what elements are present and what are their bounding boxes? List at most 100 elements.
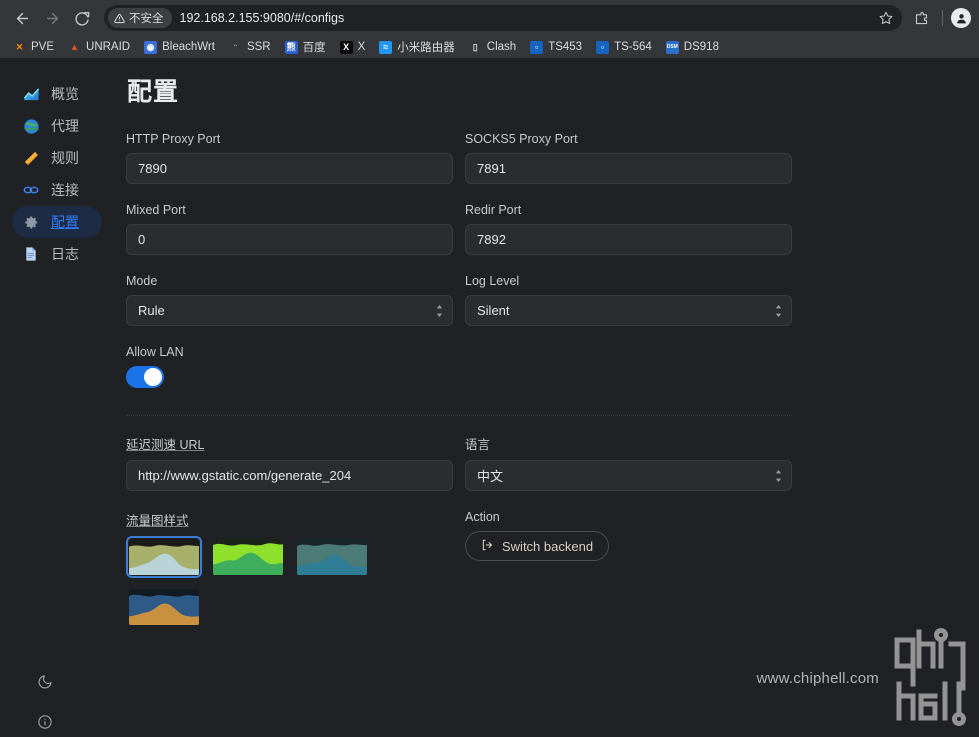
field-latency-test-url: 延迟测速 URL http://www.gstatic.com/generate… bbox=[126, 434, 453, 491]
socks5-proxy-port-label: SOCKS5 Proxy Port bbox=[465, 132, 578, 146]
address-bar[interactable]: 不安全 192.168.2.155:9080/#/configs bbox=[104, 5, 902, 31]
chart-style-option[interactable] bbox=[294, 536, 370, 578]
bookmark-label: SSR bbox=[246, 41, 271, 53]
gear-icon bbox=[22, 213, 40, 231]
field-chart-style: 流量图样式 bbox=[126, 510, 453, 628]
field-http-proxy-port: HTTP Proxy Port 7890 bbox=[126, 132, 453, 184]
sidebar-item-configs[interactable]: 配置 bbox=[12, 206, 102, 238]
moon-icon[interactable] bbox=[36, 673, 54, 691]
bookmark-favicon-icon: ▫ bbox=[596, 40, 610, 54]
bookmark-item[interactable]: ✕ PVE bbox=[6, 39, 61, 56]
switch-backend-button[interactable]: Switch backend bbox=[465, 531, 610, 561]
sidebar-item-proxies[interactable]: 代理 bbox=[12, 110, 102, 142]
globe-icon bbox=[22, 117, 40, 135]
bookmark-item[interactable]: XX bbox=[333, 39, 373, 56]
document-icon bbox=[22, 245, 40, 263]
field-log-level: Log Level Silent bbox=[465, 274, 792, 326]
sidebar-item-connections[interactable]: 连接 bbox=[12, 174, 102, 206]
field-redir-port: Redir Port 7892 bbox=[465, 203, 792, 255]
field-allow-lan: Allow LAN bbox=[126, 345, 453, 388]
chart-style-option[interactable] bbox=[126, 536, 202, 578]
field-mode: Mode Rule bbox=[126, 274, 453, 326]
socks5-proxy-port-value: 7891 bbox=[477, 161, 506, 176]
allow-lan-toggle[interactable] bbox=[126, 366, 164, 388]
security-badge[interactable]: 不安全 bbox=[108, 8, 172, 28]
url-text[interactable]: 192.168.2.155:9080/#/configs bbox=[180, 11, 875, 25]
bookmark-favicon-icon: ✕ bbox=[15, 41, 24, 52]
field-language: 语言 中文 bbox=[465, 434, 792, 491]
forward-button[interactable] bbox=[38, 4, 66, 32]
sidebar-item-label: 概览 bbox=[51, 86, 79, 102]
bookmark-label: DS918 bbox=[683, 41, 719, 53]
main-content: 配置 HTTP Proxy Port 7890 SOCKS5 Proxy Por… bbox=[110, 58, 979, 737]
sidebar: 概览 代理 规则 连接 配置 日志 bbox=[0, 58, 110, 737]
page-title: 配置 bbox=[127, 78, 180, 106]
warning-triangle-icon bbox=[114, 13, 125, 23]
bookmark-favicon-icon: DSM bbox=[665, 40, 679, 54]
sidebar-item-label: 代理 bbox=[51, 118, 79, 134]
http-proxy-port-input[interactable]: 7890 bbox=[126, 153, 453, 184]
mixed-port-value: 0 bbox=[138, 232, 146, 247]
bookmark-item[interactable]: ▫ TS453 bbox=[523, 39, 589, 56]
mixed-port-label: Mixed Port bbox=[126, 203, 186, 217]
chart-style-option[interactable] bbox=[210, 536, 286, 578]
bookmark-favicon-icon: ▲ bbox=[70, 41, 79, 52]
bookmark-item[interactable]: ◉ BleachWrt bbox=[137, 39, 222, 56]
chart-style-label: 流量图样式 bbox=[126, 514, 189, 528]
link-icon bbox=[22, 181, 40, 199]
toggle-knob bbox=[144, 368, 162, 386]
bookmark-item[interactable]: 熊百度 bbox=[278, 37, 333, 57]
watermark-text: www.chiphell.com bbox=[756, 670, 879, 687]
bookmark-item[interactable]: ≈ 小米路由器 bbox=[372, 37, 462, 57]
bookmark-item[interactable]: ▯ Clash bbox=[462, 39, 523, 56]
bookmark-label: Clash bbox=[486, 41, 517, 53]
bookmark-favicon-icon: X bbox=[339, 40, 353, 54]
bookmark-favicon-icon: ◉ bbox=[144, 40, 158, 54]
http-proxy-port-label: HTTP Proxy Port bbox=[126, 132, 221, 146]
chiphell-logo bbox=[889, 626, 971, 731]
http-proxy-port-value: 7890 bbox=[138, 161, 167, 176]
latency-test-url-input[interactable]: http://www.gstatic.com/generate_204 bbox=[126, 460, 453, 491]
extensions-icon[interactable] bbox=[908, 5, 934, 31]
field-mixed-port: Mixed Port 0 bbox=[126, 203, 453, 255]
back-button[interactable] bbox=[8, 4, 36, 32]
mixed-port-input[interactable]: 0 bbox=[126, 224, 453, 255]
bookmark-item[interactable]: ᵔ SSR bbox=[222, 39, 278, 56]
latency-test-url-value: http://www.gstatic.com/generate_204 bbox=[138, 468, 352, 483]
chart-style-option[interactable] bbox=[126, 586, 202, 628]
bookmark-star-icon[interactable] bbox=[874, 6, 898, 30]
language-select[interactable]: 中文 bbox=[465, 460, 792, 491]
language-value: 中文 bbox=[477, 469, 504, 484]
bookmark-label: PVE bbox=[31, 41, 55, 53]
log-level-select[interactable]: Silent bbox=[465, 295, 792, 326]
redir-port-input[interactable]: 7892 bbox=[465, 224, 792, 255]
browser-toolbar: 不安全 192.168.2.155:9080/#/configs bbox=[0, 0, 979, 36]
info-icon[interactable] bbox=[36, 713, 54, 731]
reload-button[interactable] bbox=[68, 4, 96, 32]
bookmark-label: 小米路由器 bbox=[397, 42, 455, 54]
chart-style-options bbox=[126, 536, 386, 628]
latency-test-url-label: 延迟测速 URL bbox=[126, 438, 205, 452]
profile-avatar[interactable] bbox=[951, 8, 971, 28]
mode-value: Rule bbox=[138, 303, 165, 318]
bookmark-label: 百度 bbox=[302, 42, 326, 54]
bookmark-favicon-icon: ▯ bbox=[472, 41, 478, 52]
sidebar-item-logs[interactable]: 日志 bbox=[12, 238, 102, 270]
bookmark-item[interactable]: DSM DS918 bbox=[659, 39, 726, 56]
overview-chart-icon bbox=[22, 85, 40, 103]
bookmark-favicon-icon: ≈ bbox=[379, 40, 393, 54]
sidebar-item-rules[interactable]: 规则 bbox=[12, 142, 102, 174]
socks5-proxy-port-input[interactable]: 7891 bbox=[465, 153, 792, 184]
action-label: Action bbox=[465, 510, 500, 524]
bookmark-item[interactable]: ▫ TS-564 bbox=[589, 39, 659, 56]
sidebar-item-label: 日志 bbox=[51, 246, 79, 262]
chart-style-preview bbox=[129, 539, 199, 575]
mode-select[interactable]: Rule bbox=[126, 295, 453, 326]
sidebar-item-label: 配置 bbox=[51, 214, 79, 230]
toolbar-divider bbox=[942, 10, 943, 26]
sidebar-item-overview[interactable]: 概览 bbox=[12, 78, 102, 110]
bookmark-item[interactable]: ▲ UNRAID bbox=[61, 39, 137, 56]
chevron-updown-icon bbox=[436, 304, 443, 317]
allow-lan-label: Allow LAN bbox=[126, 345, 184, 359]
log-level-label: Log Level bbox=[465, 274, 520, 288]
